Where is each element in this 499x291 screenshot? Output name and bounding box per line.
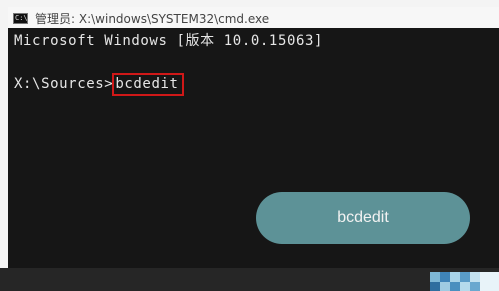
watermark-mosaic [430, 268, 499, 291]
cmd-console-icon: C:\ [13, 12, 28, 24]
console-area[interactable]: Microsoft Windows [版本 10.0.15063] X:\Sou… [8, 28, 499, 268]
console-version-line: Microsoft Windows [版本 10.0.15063] [14, 33, 324, 49]
window-title: 管理员: X:\windows\SYSTEM32\cmd.exe [35, 11, 270, 26]
command-label-overlay: bcdedit [256, 192, 470, 244]
highlighted-command: bcdedit [112, 73, 184, 96]
console-prompt: X:\Sources> [14, 76, 114, 92]
bottom-strip [0, 268, 499, 291]
console-prompt-line: X:\Sources> bcdedit [14, 73, 184, 96]
window-titlebar[interactable]: C:\ 管理员: X:\windows\SYSTEM32\cmd.exe [8, 7, 499, 29]
cmd-icon-glyph: C:\ [15, 13, 28, 22]
screenshot-frame: C:\ 管理员: X:\windows\SYSTEM32\cmd.exe Mic… [0, 0, 499, 291]
